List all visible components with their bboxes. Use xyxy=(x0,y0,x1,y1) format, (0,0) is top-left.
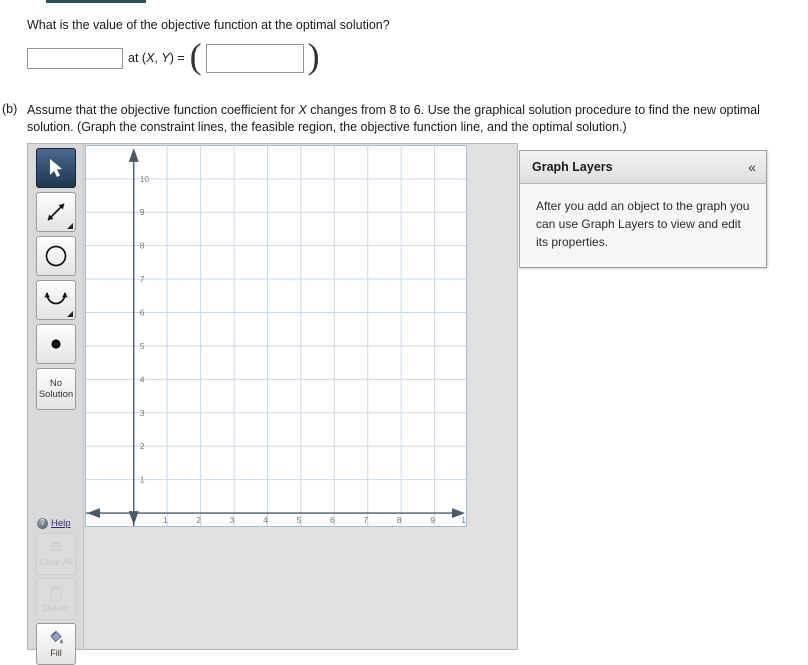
circle-icon xyxy=(44,244,68,268)
graph-grid: 1 2 3 4 5 6 7 8 9 10 1 2 3 4 5 6 7 8 9 10 xyxy=(86,146,466,526)
parabola-icon xyxy=(43,288,69,312)
svg-text:4: 4 xyxy=(263,515,268,525)
graph-layers-header: Graph Layers « xyxy=(520,151,766,184)
svg-text:7: 7 xyxy=(140,274,145,284)
svg-text:2: 2 xyxy=(140,441,145,451)
svg-text:5: 5 xyxy=(140,341,145,351)
graph-canvas[interactable]: 1 2 3 4 5 6 7 8 9 10 1 2 3 4 5 6 7 8 9 10 xyxy=(85,145,467,527)
svg-text:6: 6 xyxy=(330,515,335,525)
point-tool-button[interactable] xyxy=(36,324,76,364)
svg-text:9: 9 xyxy=(140,207,145,217)
trash-icon xyxy=(48,585,64,602)
graph-layers-title: Graph Layers xyxy=(532,160,613,174)
fill-label: Fill xyxy=(50,647,62,658)
delete-label: Delete xyxy=(42,602,69,613)
svg-text:1: 1 xyxy=(140,475,145,485)
svg-text:1: 1 xyxy=(163,515,168,525)
svg-text:4: 4 xyxy=(140,374,145,384)
help-link[interactable]: Help xyxy=(37,517,71,529)
fill-bucket-icon xyxy=(47,630,65,647)
clear-all-button[interactable]: Clear All xyxy=(36,533,76,575)
optimal-point-input[interactable] xyxy=(205,43,304,73)
svg-text:8: 8 xyxy=(397,515,402,525)
collapse-panel-icon[interactable]: « xyxy=(748,160,756,174)
close-paren: ) xyxy=(307,36,320,76)
dot-icon xyxy=(46,334,66,354)
question-prompt: What is the value of the objective funct… xyxy=(27,18,390,32)
line-tool-button[interactable] xyxy=(36,192,76,232)
svg-text:8: 8 xyxy=(140,241,145,251)
svg-text:7: 7 xyxy=(363,515,368,525)
at-xy-label: at (X, Y) = xyxy=(128,51,185,65)
no-solution-label: No Solution xyxy=(38,378,74,400)
parabola-tool-submenu-indicator[interactable] xyxy=(67,311,73,317)
graph-toolbar: No Solution Help Clear All xyxy=(28,144,84,665)
help-label: Help xyxy=(51,518,71,529)
cursor-arrow-icon xyxy=(48,158,64,178)
help-icon xyxy=(37,517,48,529)
svg-text:3: 3 xyxy=(230,515,235,525)
line-tool-submenu-indicator[interactable] xyxy=(67,223,73,229)
graphing-tool: No Solution Help Clear All xyxy=(27,143,518,665)
cutoff-element-top xyxy=(46,0,146,3)
circle-tool-button[interactable] xyxy=(36,236,76,276)
part-b-label: (b) xyxy=(2,102,18,116)
svg-text:6: 6 xyxy=(140,308,145,318)
svg-text:5: 5 xyxy=(297,515,302,525)
select-tool-button[interactable] xyxy=(36,148,76,188)
svg-text:10: 10 xyxy=(461,515,466,525)
answer-row: at (X, Y) = ( ) xyxy=(27,36,321,76)
svg-text:9: 9 xyxy=(430,515,435,525)
clear-all-icon xyxy=(48,540,64,556)
svg-text:2: 2 xyxy=(196,515,201,525)
part-b-text: Assume that the objective function coeff… xyxy=(27,103,760,134)
parabola-tool-button[interactable] xyxy=(36,280,76,320)
graph-layers-message: After you add an object to the graph you… xyxy=(520,184,766,267)
clear-all-label: Clear All xyxy=(39,557,73,567)
fill-button[interactable]: Fill xyxy=(36,623,76,665)
open-paren: ( xyxy=(189,36,202,76)
objective-value-input[interactable] xyxy=(27,47,123,69)
svg-text:10: 10 xyxy=(140,174,150,184)
svg-text:3: 3 xyxy=(140,408,145,418)
graph-layers-panel: Graph Layers « After you add an object t… xyxy=(519,150,767,268)
line-segment-icon xyxy=(44,200,68,224)
no-solution-button[interactable]: No Solution xyxy=(36,368,76,410)
delete-button[interactable]: Delete xyxy=(36,578,76,620)
